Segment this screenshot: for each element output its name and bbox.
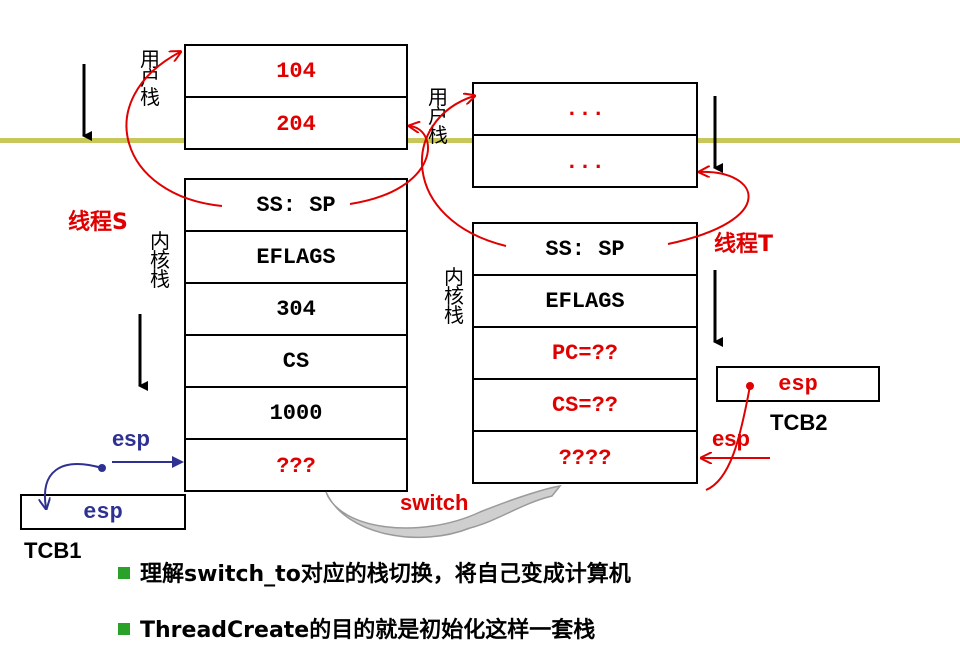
thread-t-sp-curve — [421, 96, 507, 247]
thread-s-to-user-curve — [349, 126, 429, 205]
thread-s-sp-curve — [125, 52, 223, 207]
tcb2-esp-curve — [705, 385, 751, 491]
tcb1-esp-curve — [45, 463, 103, 508]
thread-t-label-curve — [667, 172, 750, 245]
diagram-arrows — [0, 0, 770, 539]
switch-swoosh — [325, 484, 562, 539]
